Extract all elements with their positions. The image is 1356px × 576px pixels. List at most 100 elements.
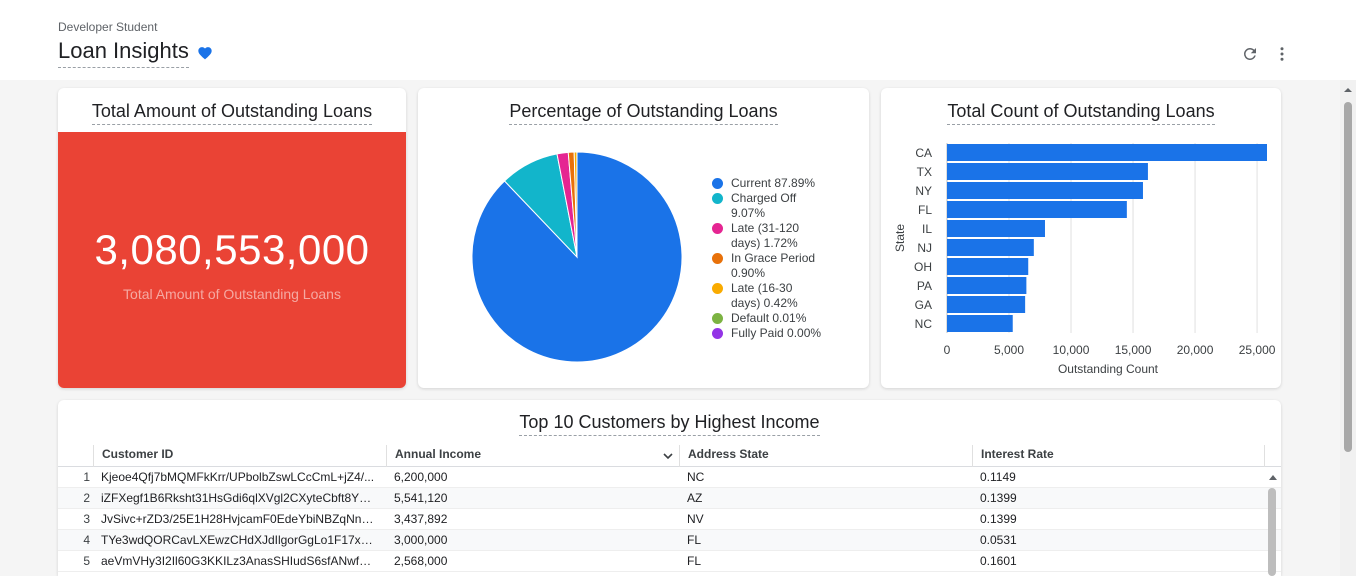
legend-label: Charged Off 9.07% xyxy=(731,191,797,220)
loan-status-pie-card[interactable]: Percentage of Outstanding Loans Current … xyxy=(418,88,869,388)
table-row[interactable]: 5 aeVmVHy3I2Il60G3KKILz3AnasSHIudS6sfANwf… xyxy=(58,551,1281,572)
outstanding-amount-scorecard[interactable]: Total Amount of Outstanding Loans 3,080,… xyxy=(58,88,406,388)
y-tick-label: CA xyxy=(915,146,932,160)
cell-interest-rate: 0.1601 xyxy=(980,554,1017,568)
scorecard-value: 3,080,553,000 xyxy=(94,226,370,273)
legend-label: Default 0.01% xyxy=(731,311,807,325)
legend-swatch xyxy=(712,313,723,324)
legend-item[interactable]: Default 0.01% xyxy=(712,311,862,326)
column-header-interest-rate[interactable]: Interest Rate xyxy=(972,445,1265,467)
y-tick-label: FL xyxy=(918,203,932,217)
table-title: Top 10 Customers by Highest Income xyxy=(58,412,1281,436)
more-vert-icon[interactable] xyxy=(1273,45,1291,63)
bar[interactable] xyxy=(947,258,1029,275)
column-header-annual-income[interactable]: Annual Income xyxy=(386,445,679,467)
pie-legend: Current 87.89% Charged Off 9.07% Late (31-1… xyxy=(712,176,862,341)
pie-title: Percentage of Outstanding Loans xyxy=(418,101,869,125)
y-tick-label: IL xyxy=(922,222,932,236)
y-axis-label: State xyxy=(893,224,907,252)
page-scroll-up-icon[interactable] xyxy=(1344,86,1352,94)
sort-descending-icon[interactable] xyxy=(662,450,674,462)
cell-annual-income: 2,568,000 xyxy=(394,554,448,568)
scorecard-body: 3,080,553,000 Total Amount of Outstandin… xyxy=(58,132,406,388)
report-header: Developer Student Loan Insights xyxy=(0,0,1356,80)
heart-icon[interactable] xyxy=(197,45,213,60)
column-header-customer-id[interactable]: Customer ID xyxy=(93,445,386,467)
refresh-icon[interactable] xyxy=(1241,45,1259,63)
legend-item[interactable]: Fully Paid 0.00% xyxy=(712,326,862,341)
bar[interactable] xyxy=(947,220,1045,237)
legend-swatch xyxy=(712,283,723,294)
y-tick-label: GA xyxy=(915,298,932,312)
table-scroll-up-icon[interactable] xyxy=(1267,471,1279,483)
bar[interactable] xyxy=(947,277,1027,294)
cell-address-state: FL xyxy=(687,533,702,547)
bar[interactable] xyxy=(947,182,1143,199)
cell-customer-id: TYe3wdQORCavLXEwzCHdXJdIlgorGgLo1F17xxv.… xyxy=(101,533,378,547)
legend-swatch xyxy=(712,253,723,264)
legend-label: Current 87.89% xyxy=(731,176,816,190)
cell-address-state: AZ xyxy=(687,491,703,505)
legend-label: Late (16-30 days) 0.42% xyxy=(731,281,798,310)
y-tick-label: NJ xyxy=(917,241,932,255)
x-tick-label: 0 xyxy=(944,343,951,357)
table-row[interactable]: 1 Kjeoe4Qfj7bMQMFkKrr/UPbolbZswLCcCmL+jZ4… xyxy=(58,467,1281,488)
dashboard-app: Developer Student Loan Insights Total Am… xyxy=(0,0,1356,576)
state-bar-card[interactable]: Total Count of Outstanding Loans 0 5,000 1… xyxy=(881,88,1281,388)
cell-customer-id: iZFXegf1B6Rksht31HsGdi6qlXVgl2CXyteCbft8… xyxy=(101,491,378,505)
legend-swatch xyxy=(712,328,723,339)
bar[interactable] xyxy=(947,163,1148,180)
table-row[interactable]: 2 iZFXegf1B6Rksht31HsGdi6qlXVgl2CXyteCbft… xyxy=(58,488,1281,509)
y-tick-label: TX xyxy=(917,165,932,179)
top-customers-table-card[interactable]: Top 10 Customers by Highest Income Custo… xyxy=(58,400,1281,576)
cell-annual-income: 5,541,120 xyxy=(394,491,448,505)
bar[interactable] xyxy=(947,315,1013,332)
table-header: Customer ID Annual Income Address State … xyxy=(58,445,1281,467)
legend-swatch xyxy=(712,193,723,204)
state-bar-chart[interactable]: 0 5,000 10,000 15,000 20,000 25,000 CA TX NY FL IL… xyxy=(881,88,1281,388)
legend-swatch xyxy=(712,178,723,189)
y-tick-label: NC xyxy=(915,317,933,331)
cell-address-state: NC xyxy=(687,470,705,484)
legend-item[interactable]: Late (16-30 days) 0.42% xyxy=(712,281,862,311)
legend-item[interactable]: Late (31-120 days) 1.72% xyxy=(712,221,862,251)
bar[interactable] xyxy=(947,201,1127,218)
x-tick-label: 5,000 xyxy=(994,343,1024,357)
x-tick-label: 20,000 xyxy=(1177,343,1214,357)
cell-interest-rate: 0.0531 xyxy=(980,533,1017,547)
y-tick-label: NY xyxy=(915,184,932,198)
column-header-address-state[interactable]: Address State xyxy=(679,445,972,467)
cell-customer-id: aeVmVHy3I2Il60G3KKILz3AnasSHIudS6sfANwfM… xyxy=(101,554,378,568)
cell-customer-id: Kjeoe4Qfj7bMQMFkKrr/UPbolbZswLCcCmL+jZ4/… xyxy=(101,470,375,484)
row-number: 3 xyxy=(83,512,90,526)
y-tick-label: OH xyxy=(914,260,932,274)
table-row[interactable]: 4 TYe3wdQORCavLXEwzCHdXJdIlgorGgLo1F17xxv… xyxy=(58,530,1281,551)
row-number: 4 xyxy=(83,533,90,547)
cell-customer-id: JvSivc+rZD3/25E1H28HvjcamF0EdeYbiNBZqNno… xyxy=(101,512,378,526)
table-body: 1 Kjeoe4Qfj7bMQMFkKrr/UPbolbZswLCcCmL+jZ4… xyxy=(58,467,1281,572)
y-tick-label: PA xyxy=(917,279,932,293)
x-tick-label: 10,000 xyxy=(1053,343,1090,357)
page-scrollbar-thumb[interactable] xyxy=(1344,102,1352,452)
pie-chart[interactable] xyxy=(470,150,684,364)
x-tick-label: 25,000 xyxy=(1239,343,1276,357)
page-title[interactable]: Loan Insights xyxy=(58,38,189,68)
cell-interest-rate: 0.1399 xyxy=(980,491,1017,505)
scorecard-label: Total Amount of Outstanding Loans xyxy=(123,286,341,302)
table-scrollbar-thumb[interactable] xyxy=(1268,488,1276,576)
x-tick-label: 15,000 xyxy=(1115,343,1152,357)
workspace-name: Developer Student xyxy=(58,20,158,34)
bar[interactable] xyxy=(947,144,1267,161)
legend-item[interactable]: Charged Off 9.07% xyxy=(712,191,862,221)
row-number: 1 xyxy=(83,470,90,484)
table-row[interactable]: 3 JvSivc+rZD3/25E1H28HvjcamF0EdeYbiNBZqNn… xyxy=(58,509,1281,530)
legend-label: Fully Paid 0.00% xyxy=(731,326,822,340)
title-row: Loan Insights xyxy=(58,38,213,68)
cell-address-state: FL xyxy=(687,554,702,568)
legend-label: In Grace Period 0.90% xyxy=(731,251,816,280)
bar[interactable] xyxy=(947,239,1034,256)
cell-address-state: NV xyxy=(687,512,704,526)
legend-item[interactable]: In Grace Period 0.90% xyxy=(712,251,862,281)
bar[interactable] xyxy=(947,296,1026,313)
legend-item[interactable]: Current 87.89% xyxy=(712,176,862,191)
